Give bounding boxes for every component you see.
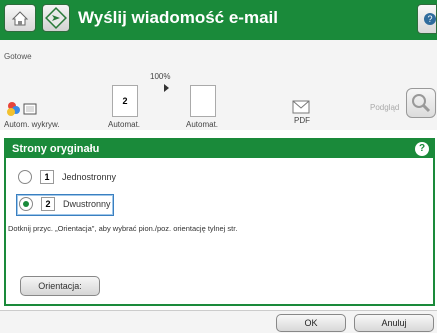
radio-button[interactable] (18, 170, 32, 184)
options-area (0, 40, 437, 130)
arrow-right-icon (164, 84, 169, 92)
radio-one-sided[interactable]: 1 Jednostronny (18, 168, 118, 188)
panel-help-icon[interactable]: ? (415, 142, 429, 156)
one-sided-icon: 1 (40, 170, 54, 184)
option-page-label: Automat. (186, 120, 219, 129)
help-button[interactable]: ? (417, 4, 437, 34)
ok-button[interactable]: OK (276, 314, 346, 332)
orientation-button[interactable]: Orientacja: (20, 276, 100, 296)
status-text: Gotowe (4, 52, 32, 61)
page-icon[interactable] (190, 85, 216, 117)
magnifier-icon (412, 94, 431, 113)
svg-text:?: ? (427, 14, 432, 24)
two-sided-icon: 2 (41, 197, 55, 211)
panel-title: Strony oryginału (12, 143, 100, 155)
radio-one-sided-label: Jednostronny (62, 172, 117, 182)
option-color-label: Autom. wykryw. (4, 120, 60, 129)
cancel-button[interactable]: Anuluj (354, 314, 434, 332)
home-icon (11, 11, 29, 26)
preview-button[interactable] (406, 88, 436, 118)
file-type-icon[interactable] (292, 100, 310, 114)
radio-button-selected[interactable] (19, 197, 33, 211)
page-title: Wyślij wiadomość e-mail (78, 8, 278, 27)
email-app-icon (42, 4, 70, 32)
option-sides-label: Automat. (108, 120, 141, 129)
color-detect-icon[interactable] (6, 100, 38, 120)
sides-icon[interactable]: 2 (112, 85, 138, 117)
radio-two-sided-label: Dwustronny (63, 199, 111, 209)
header-bar: Wyślij wiadomość e-mail ? (0, 0, 437, 40)
panel-header: Strony oryginału ? (6, 140, 433, 158)
help-icon: ? (424, 13, 436, 25)
home-button[interactable] (4, 4, 36, 32)
zoom-level: 100% (150, 72, 171, 81)
info-text: Dotknij przyc. „Orientacja", aby wybrać … (8, 224, 238, 233)
preview-label: Podgląd (370, 103, 400, 112)
original-sides-panel: Strony oryginału ? 1 Jednostronny 2 Dwus… (4, 138, 435, 306)
email-icon (45, 7, 67, 29)
radio-two-sided[interactable]: 2 Dwustronny (16, 194, 114, 216)
option-filetype-label: PDF (294, 116, 310, 125)
footer-bar: OK Anuluj (0, 310, 437, 333)
